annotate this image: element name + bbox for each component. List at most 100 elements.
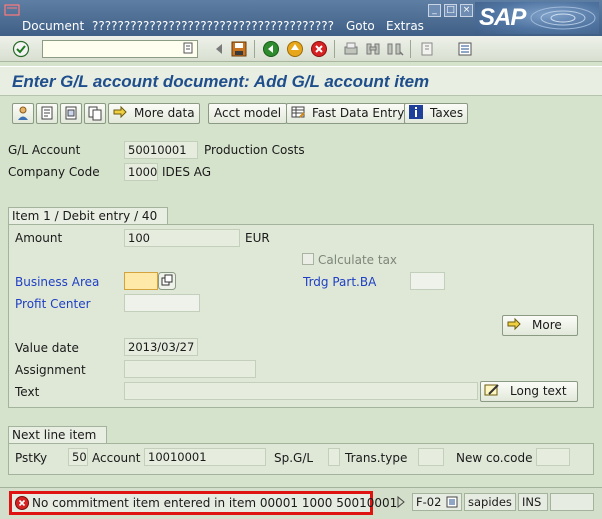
menu-edit[interactable]: ??????????????????????????????????????: [92, 19, 334, 33]
minimize-button[interactable]: _: [428, 4, 441, 17]
document-overview-button[interactable]: [36, 103, 58, 124]
arrow-right-icon: [507, 317, 521, 331]
taxes-button[interactable]: Taxes: [404, 103, 469, 124]
layout-menu-icon[interactable]: [456, 40, 474, 58]
assignment-input[interactable]: [124, 360, 256, 378]
trans-type-input[interactable]: [418, 448, 444, 466]
value-date-input[interactable]: 2013/03/27: [124, 338, 198, 356]
logo-swirl-icon: [530, 6, 596, 30]
acct-model-button[interactable]: Acct model: [208, 103, 288, 124]
item-group-title: Item 1 / Debit entry / 40: [8, 207, 169, 224]
company-code-label: Company Code: [8, 165, 100, 179]
business-area-label: Business Area: [15, 275, 100, 289]
table-entry-icon: [291, 106, 305, 118]
long-text-button[interactable]: Long text: [480, 381, 578, 402]
info-icon: [409, 105, 423, 119]
menu-bar: Document ???????????????????????????????…: [0, 0, 602, 36]
find-next-icon[interactable]: [386, 40, 404, 58]
profit-center-label: Profit Center: [15, 297, 91, 311]
print-icon[interactable]: [342, 40, 360, 58]
long-text-label: Long text: [510, 384, 567, 398]
fast-data-entry-button[interactable]: Fast Data Entry: [286, 103, 410, 124]
business-area-input[interactable]: [124, 272, 158, 290]
maximize-button[interactable]: □: [444, 4, 457, 17]
enter-check-icon[interactable]: [12, 40, 30, 58]
edit-pencil-icon: [484, 384, 499, 396]
status-message[interactable]: No commitment item entered in item 00001…: [9, 491, 397, 515]
standard-toolbar: [0, 36, 602, 62]
system-info-icon[interactable]: [446, 496, 458, 508]
calculate-tax-label: Calculate tax: [318, 253, 398, 267]
amount-label: Amount: [15, 231, 63, 245]
close-window-button[interactable]: ×: [460, 4, 473, 17]
menu-goto[interactable]: Goto: [346, 19, 375, 33]
fast-data-entry-label: Fast Data Entry: [312, 106, 405, 120]
application-toolbar: More data Acct model Fast Data Entry Tax…: [0, 100, 602, 126]
sap-logo-text: SAP: [479, 4, 526, 31]
exit-icon[interactable]: [286, 40, 304, 58]
company-code-text: IDES AG: [162, 165, 212, 179]
currency-label: EUR: [245, 231, 270, 245]
account-input[interactable]: 10010001: [144, 448, 266, 466]
search-help-icon[interactable]: [158, 272, 176, 290]
insert-mode-cell: INS: [518, 493, 548, 511]
gl-account-label: G/L Account: [8, 143, 81, 157]
status-expand-icon[interactable]: [396, 496, 406, 508]
cancel-icon[interactable]: [310, 40, 328, 58]
assignment-label: Assignment: [15, 363, 86, 377]
trdg-part-ba-input[interactable]: [410, 272, 445, 290]
find-icon[interactable]: [364, 40, 382, 58]
new-cocode-input[interactable]: [536, 448, 570, 466]
sap-logo: SAP: [475, 2, 599, 34]
transaction-code: F-02: [416, 495, 442, 509]
text-label: Text: [15, 385, 40, 399]
command-history-icon[interactable]: [182, 41, 194, 55]
gl-account-text: Production Costs: [204, 143, 305, 157]
trdg-part-ba-label: Trdg Part.BA: [303, 275, 377, 289]
save-icon[interactable]: [230, 40, 248, 58]
page-title: Enter G/L account document: Add G/L acco…: [0, 66, 602, 96]
menu-extras[interactable]: Extras: [386, 19, 424, 33]
profit-center-input[interactable]: [124, 294, 200, 312]
arrow-right-icon: [113, 105, 127, 119]
spgl-label: Sp.G/L: [274, 451, 314, 465]
amount-input[interactable]: 100: [124, 229, 240, 247]
more-data-label: More data: [134, 106, 195, 120]
simulate-button[interactable]: [60, 103, 82, 124]
user-settings-button[interactable]: [12, 103, 34, 124]
trans-type-label: Trans.type: [345, 451, 408, 465]
more-data-button[interactable]: More data: [108, 103, 200, 124]
gl-account-field: 50010001: [124, 141, 198, 159]
new-cocode-label: New co.code: [456, 451, 533, 465]
menu-document[interactable]: Document: [22, 19, 84, 33]
server-cell: sapides: [464, 493, 516, 511]
back-arrow-small-icon[interactable]: [210, 40, 228, 58]
text-input[interactable]: [124, 382, 478, 400]
pstky-label: PstKy: [15, 451, 48, 465]
list-document-icon: [65, 106, 77, 120]
more-button[interactable]: More: [502, 315, 578, 336]
copy-item-button[interactable]: [84, 103, 106, 124]
transaction-cell: F-02: [412, 493, 462, 511]
copy-icon: [88, 106, 102, 121]
person-icon: [18, 106, 28, 120]
status-message-text: No commitment item entered in item 00001…: [32, 496, 398, 510]
pstky-input[interactable]: 50: [68, 448, 88, 466]
document-icon: [41, 106, 53, 120]
calculate-tax-checkbox[interactable]: [302, 253, 314, 265]
error-icon: [15, 496, 29, 510]
back-icon[interactable]: [262, 40, 280, 58]
status-extra-cell: [550, 493, 594, 511]
status-bar: No commitment item entered in item 00001…: [0, 487, 602, 519]
taxes-label: Taxes: [430, 106, 464, 120]
system-menu-icon[interactable]: [4, 3, 22, 17]
next-line-group-title: Next line item: [8, 426, 108, 443]
command-field[interactable]: [42, 40, 198, 58]
more-button-label: More: [532, 318, 562, 332]
first-page-icon[interactable]: [418, 40, 436, 58]
account-label: Account: [92, 451, 141, 465]
value-date-label: Value date: [15, 341, 79, 355]
company-code-field: 1000: [124, 163, 158, 181]
acct-model-label: Acct model: [214, 106, 282, 120]
spgl-input[interactable]: [328, 448, 340, 466]
